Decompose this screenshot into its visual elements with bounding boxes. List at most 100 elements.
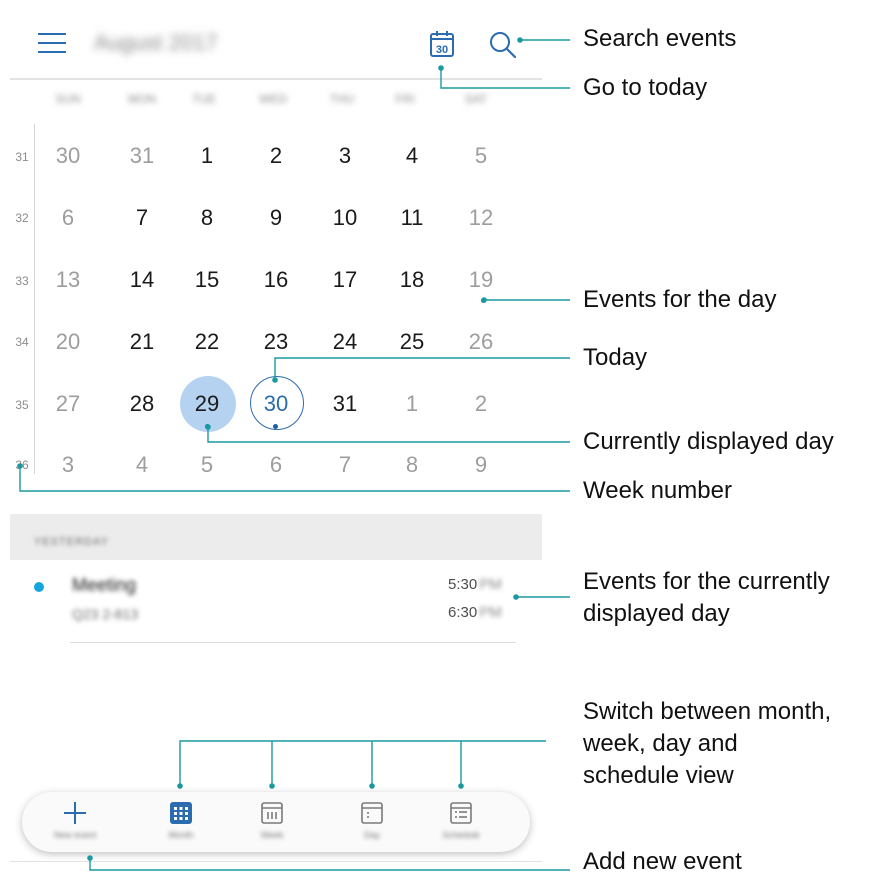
schedule-view-label: Schedule xyxy=(442,830,480,840)
calendar-day[interactable]: 18 xyxy=(387,266,437,294)
calendar-day[interactable]: 14 xyxy=(117,266,167,294)
calendar-day[interactable]: 6 xyxy=(251,451,301,479)
event-location: Q23 2-813 xyxy=(72,606,139,622)
event-title[interactable]: Meeting xyxy=(72,575,136,596)
event-indicator-dot xyxy=(205,424,210,429)
calendar-day[interactable]: 31 xyxy=(320,390,370,418)
new-event-button[interactable]: New event xyxy=(40,800,110,848)
calendar-day[interactable]: 6 xyxy=(43,204,93,232)
bottom-navigation-bar: New event Month Week Day Schedule xyxy=(22,792,530,852)
callout-line: displayed day xyxy=(583,600,730,627)
today-icon-day: 30 xyxy=(436,44,448,56)
weekday-label: TUE xyxy=(192,92,216,106)
callout-events-current-day: Events for the currently displayed day xyxy=(583,566,873,630)
calendar-day[interactable]: 15 xyxy=(182,266,232,294)
calendar-day[interactable]: 12 xyxy=(456,204,506,232)
calendar-day[interactable]: 5 xyxy=(456,142,506,170)
callout-current-day: Currently displayed day xyxy=(583,428,834,455)
callout-line: week, day and xyxy=(583,730,738,757)
calendar-day[interactable]: 26 xyxy=(456,328,506,356)
calendar-day[interactable]: 13 xyxy=(43,266,93,294)
week-number-divider xyxy=(34,124,35,474)
calendar-day[interactable]: 8 xyxy=(387,451,437,479)
event-start-time: 5:30 PM xyxy=(448,576,502,593)
week-view-label: Week xyxy=(260,830,284,840)
calendar-day[interactable]: 30 xyxy=(43,142,93,170)
event-indicator-dot xyxy=(273,424,278,429)
day-view-icon xyxy=(361,802,383,824)
calendar-day[interactable]: 2 xyxy=(251,142,301,170)
calendar-day[interactable]: 28 xyxy=(117,390,167,418)
agenda-section-label: YESTERDAY xyxy=(34,536,109,548)
week-number: 33 xyxy=(15,274,29,288)
calendar-day[interactable]: 7 xyxy=(117,204,167,232)
calendar-app: August 2017 30 SUN MON TUE WED THU FRI S… xyxy=(10,0,542,881)
week-number: 32 xyxy=(15,211,29,225)
week-number: 36 xyxy=(15,458,29,472)
calendar-day[interactable]: 1 xyxy=(182,142,232,170)
callout-line: Events for the currently xyxy=(583,568,830,595)
calendar-day[interactable]: 21 xyxy=(117,328,167,356)
calendar-day[interactable]: 22 xyxy=(182,328,232,356)
search-icon[interactable] xyxy=(488,30,518,60)
event-color-dot xyxy=(34,582,44,592)
new-event-label: New event xyxy=(53,830,97,840)
month-view-label: Month xyxy=(168,830,194,840)
calendar-day[interactable]: 3 xyxy=(43,451,93,479)
calendar-day[interactable]: 24 xyxy=(320,328,370,356)
calendar-day[interactable]: 1 xyxy=(387,390,437,418)
calendar-day[interactable]: 20 xyxy=(43,328,93,356)
calendar-day[interactable]: 31 xyxy=(117,142,167,170)
month-grid-icon xyxy=(170,802,192,824)
go-to-today-icon[interactable]: 30 xyxy=(430,30,454,58)
calendar-day[interactable]: 7 xyxy=(320,451,370,479)
calendar-day[interactable]: 25 xyxy=(387,328,437,356)
callout-go-to-today: Go to today xyxy=(583,74,708,101)
calendar-day[interactable]: 5 xyxy=(182,451,232,479)
calendar-day[interactable]: 16 xyxy=(251,266,301,294)
schedule-view-tab[interactable]: Schedule xyxy=(426,800,496,848)
calendar-day[interactable]: 9 xyxy=(251,204,301,232)
weekday-label: FRI xyxy=(395,92,415,106)
weekday-header-row: SUN MON TUE WED THU FRI SAT xyxy=(46,92,526,112)
calendar-day[interactable]: 4 xyxy=(387,142,437,170)
callout-add-event: Add new event xyxy=(583,848,742,875)
week-view-icon xyxy=(261,802,283,824)
calendar-day[interactable]: 4 xyxy=(117,451,167,479)
week-number: 34 xyxy=(15,335,29,349)
month-title[interactable]: August 2017 xyxy=(94,30,218,56)
calendar-day[interactable]: 8 xyxy=(182,204,232,232)
week-number: 31 xyxy=(15,150,29,164)
month-view-tab[interactable]: Month xyxy=(146,800,216,848)
calendar-day[interactable]: 23 xyxy=(251,328,301,356)
calendar-day[interactable]: 27 xyxy=(43,390,93,418)
callout-switch-view: Switch between month, week, day and sche… xyxy=(583,696,873,792)
calendar-day[interactable]: 11 xyxy=(387,204,437,232)
weekday-label: MON xyxy=(128,92,156,106)
plus-icon xyxy=(64,802,86,824)
calendar-day[interactable]: 2 xyxy=(456,390,506,418)
menu-icon[interactable] xyxy=(38,33,66,53)
calendar-day[interactable]: 17 xyxy=(320,266,370,294)
callout-week-number: Week number xyxy=(583,477,732,504)
week-view-tab[interactable]: Week xyxy=(237,800,307,848)
week-number: 35 xyxy=(15,398,29,412)
calendar-day[interactable]: 3 xyxy=(320,142,370,170)
callout-events-for-day: Events for the day xyxy=(583,286,777,313)
calendar-day-today[interactable]: 30 xyxy=(251,390,301,418)
weekday-label: WED xyxy=(259,92,287,106)
calendar-day[interactable]: 10 xyxy=(320,204,370,232)
calendar-day-selected[interactable]: 29 xyxy=(182,390,232,418)
calendar-day[interactable]: 9 xyxy=(456,451,506,479)
weekday-label: SAT xyxy=(464,92,488,106)
event-indicator-dot xyxy=(481,298,486,303)
callout-line: schedule view xyxy=(583,762,734,789)
day-view-tab[interactable]: Day xyxy=(337,800,407,848)
callout-line: Switch between month, xyxy=(583,698,832,725)
weekday-label: THU xyxy=(329,92,355,106)
app-header: August 2017 30 xyxy=(10,0,542,80)
event-end-time: 6:30 PM xyxy=(448,604,502,621)
calendar-day[interactable]: 19 xyxy=(456,266,506,294)
bottom-divider xyxy=(10,861,542,862)
schedule-view-icon xyxy=(450,802,472,824)
